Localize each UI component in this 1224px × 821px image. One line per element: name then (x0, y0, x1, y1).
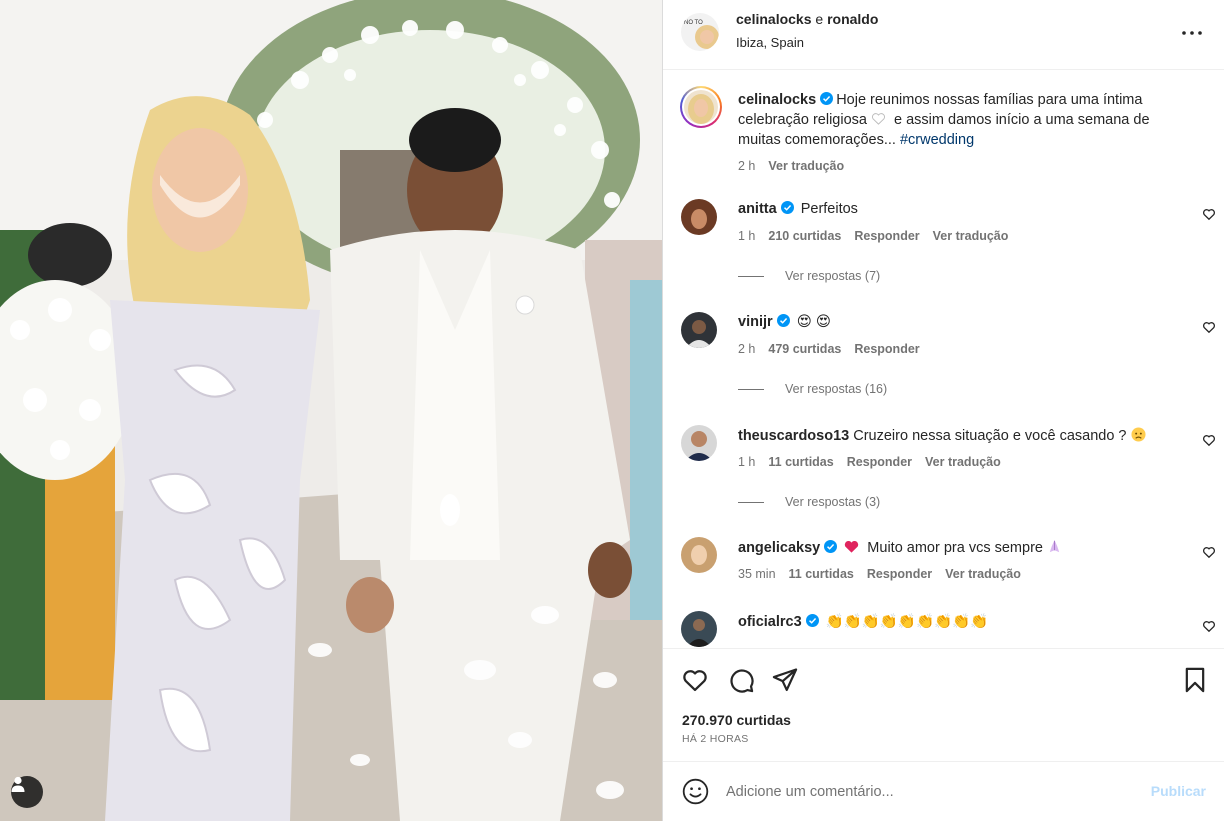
reply-button[interactable]: Responder (847, 455, 912, 469)
comments-list[interactable]: celinalocks Hoje reunimos nossas famílias… (663, 71, 1224, 648)
post-time[interactable]: HÁ 2 HORAS (682, 733, 749, 745)
caption-translate[interactable]: Ver tradução (768, 159, 844, 173)
story-ring[interactable] (680, 86, 722, 128)
comment-text-line: anitta Perfeitos (738, 201, 858, 217)
like-comment-heart-icon[interactable] (1202, 207, 1216, 221)
view-replies-button[interactable]: Ver respostas (3) (738, 495, 880, 509)
comment-time[interactable]: 1 h (738, 455, 755, 469)
comment-text: 😍 😍 (796, 314, 831, 330)
red-heart-emoji-icon (845, 541, 859, 553)
verified-badge-icon (824, 540, 838, 553)
verified-badge-icon (805, 614, 819, 627)
translate-button[interactable]: Ver tradução (925, 455, 1001, 469)
comment-time[interactable]: 1 h (738, 229, 755, 243)
commenter-avatar[interactable] (681, 611, 717, 647)
comment-text: 👏👏👏👏👏👏👏👏👏 (825, 614, 989, 630)
author-username[interactable]: celinalocks (736, 11, 812, 27)
avatar-image: NO TO (681, 13, 719, 51)
view-replies-label: Ver respostas (7) (785, 269, 881, 283)
sad-face-emoji-icon (1131, 427, 1146, 442)
comment-likes[interactable]: 11 curtidas (789, 567, 854, 581)
caption-time[interactable]: 2 h (738, 159, 755, 173)
view-replies-button[interactable]: Ver respostas (7) (738, 269, 880, 283)
comment-time[interactable]: 2 h (738, 342, 755, 356)
comment-username[interactable]: theuscardoso13 (738, 428, 849, 444)
commenter-avatar[interactable] (681, 312, 717, 348)
view-replies-label: Ver respostas (3) (785, 495, 881, 509)
hashtag-link[interactable]: #crwedding (900, 132, 974, 148)
wedding-photo-illustration (0, 0, 662, 821)
comment-meta: 1 h 11 curtidas Responder Ver tradução (738, 455, 1014, 469)
translate-button[interactable]: Ver tradução (945, 567, 1021, 581)
comment-text: Muito amor pra vcs sempre (867, 540, 1043, 556)
view-replies-label: Ver respostas (16) (785, 382, 888, 396)
comment-username[interactable]: oficialrc3 (738, 614, 802, 630)
caption-avatar (684, 90, 718, 124)
verified-badge-icon (776, 314, 790, 327)
comment-text-line: angelicaksy Muito amor pra vcs sempre (738, 539, 1066, 556)
post-actions-bar (663, 648, 1224, 696)
author-connector: e (811, 11, 828, 27)
post-authors: celinalocks e ronaldo (736, 11, 878, 27)
comment-text: Perfeitos (800, 201, 858, 217)
post-modal: NO TO celinalocks e ronaldo Ibiza, Spain (0, 0, 1224, 821)
reply-button[interactable]: Responder (867, 567, 932, 581)
reply-button[interactable]: Responder (854, 229, 919, 243)
more-options-button[interactable] (1180, 21, 1204, 45)
comment-text-line: theuscardoso13 Cruzeiro nessa situação e… (738, 427, 1150, 444)
caption-username[interactable]: celinalocks (738, 92, 816, 108)
comment-username[interactable]: anitta (738, 201, 777, 217)
share-paper-plane-icon[interactable] (771, 666, 799, 694)
avatar-label: NO TO (684, 20, 703, 26)
commenter-avatar[interactable] (681, 537, 717, 573)
user-icon (11, 776, 25, 792)
translate-button[interactable]: Ver tradução (933, 229, 1009, 243)
caption-meta: 2 h Ver tradução (738, 156, 1188, 176)
like-heart-icon[interactable] (681, 666, 709, 694)
comment-likes[interactable]: 11 curtidas (768, 455, 833, 469)
post-location[interactable]: Ibiza, Spain (736, 35, 804, 50)
comment-likes[interactable]: 210 curtidas (768, 229, 841, 243)
comment-text: Cruzeiro nessa situação e você casando ? (853, 428, 1127, 444)
comment-username[interactable]: vinijr (738, 314, 773, 330)
like-comment-heart-icon[interactable] (1202, 433, 1216, 447)
comment-text-line: vinijr 😍 😍 (738, 314, 831, 330)
verified-badge-icon (820, 92, 834, 105)
comment-likes[interactable]: 479 curtidas (768, 342, 841, 356)
comment-meta: 35 min 11 curtidas Responder Ver tradução (738, 567, 1034, 581)
comment-bubble-icon[interactable] (727, 666, 755, 694)
likes-count[interactable]: 270.970 curtidas (682, 712, 791, 728)
like-comment-heart-icon[interactable] (1202, 619, 1216, 633)
caption-text: celinalocks Hoje reunimos nossas famílias… (738, 90, 1188, 176)
praying-hands-emoji-icon (1049, 539, 1060, 553)
collab-username[interactable]: ronaldo (827, 11, 878, 27)
reply-button[interactable]: Responder (854, 342, 919, 356)
post-details-panel: NO TO celinalocks e ronaldo Ibiza, Spain (662, 0, 1224, 821)
view-replies-button[interactable]: Ver respostas (16) (738, 382, 887, 396)
emoji-picker-icon[interactable] (682, 778, 709, 805)
post-photo[interactable] (0, 0, 662, 821)
like-comment-heart-icon[interactable] (1202, 545, 1216, 559)
save-bookmark-icon[interactable] (1181, 666, 1209, 694)
commenter-avatar[interactable] (681, 199, 717, 235)
comment-time[interactable]: 35 min (738, 567, 776, 581)
comment-input[interactable] (726, 780, 1126, 804)
commenter-avatar[interactable] (681, 425, 717, 461)
add-comment-bar: Publicar (663, 761, 1224, 821)
comment-text-line: oficialrc3 👏👏👏👏👏👏👏👏👏 (738, 613, 988, 630)
like-comment-heart-icon[interactable] (1202, 320, 1216, 334)
post-header: NO TO celinalocks e ronaldo Ibiza, Spain (663, 0, 1224, 70)
comment-meta: 1 h 210 curtidas Responder Ver tradução (738, 229, 1021, 243)
publish-button[interactable]: Publicar (1151, 783, 1206, 799)
tagged-users-button[interactable] (11, 776, 43, 808)
comment-username[interactable]: angelicaksy (738, 540, 820, 556)
white-heart-emoji-icon (872, 113, 885, 125)
verified-badge-icon (780, 201, 794, 214)
comment-meta: 2 h 479 curtidas Responder (738, 342, 933, 356)
more-icon (1182, 31, 1202, 35)
author-avatar[interactable]: NO TO (681, 13, 719, 51)
